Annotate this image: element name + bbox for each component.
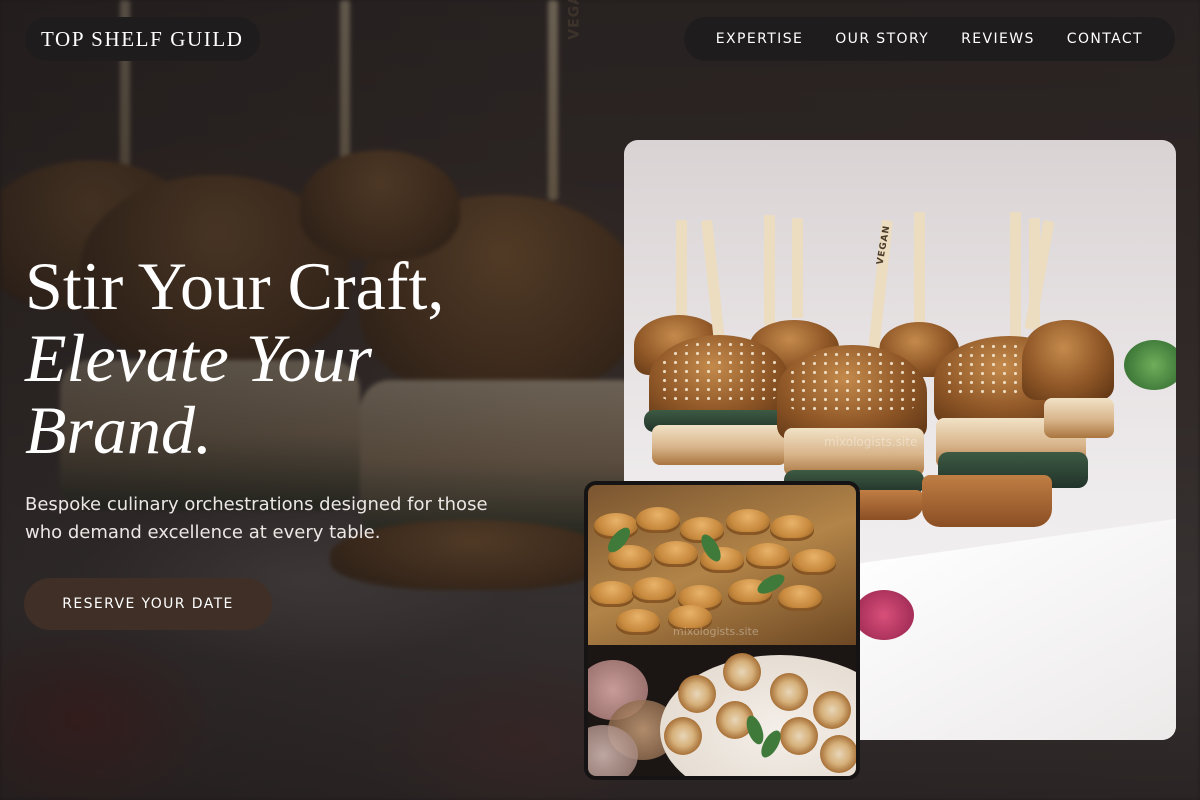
main-photo-watermark: mixologists.site (824, 435, 918, 449)
headline-line-3: Brand. (25, 392, 212, 468)
hero-subtitle: Bespoke culinary orchestrations designed… (25, 494, 488, 543)
nav-link-expertise[interactable]: EXPERTISE (716, 31, 803, 47)
herb-decoration (1124, 340, 1176, 390)
headline-line-2: Elevate Your (25, 320, 372, 396)
nav-link-reviews[interactable]: REVIEWS (961, 31, 1035, 47)
nav-link-contact[interactable]: CONTACT (1067, 31, 1143, 47)
pastries-photo: mixologists.site (584, 481, 860, 780)
small-photo-watermark: mixologists.site (673, 625, 759, 638)
brand-name: TOP SHELF GUILD (41, 26, 244, 51)
hero-headline: Stir Your Craft, Elevate Your Brand. (25, 250, 585, 466)
headline-line-1: Stir Your Craft, (25, 248, 445, 324)
main-nav: EXPERTISE OUR STORY REVIEWS CONTACT (683, 17, 1175, 61)
flower-decoration (854, 590, 914, 640)
brand-logo[interactable]: TOP SHELF GUILD (25, 17, 260, 61)
nav-link-our-story[interactable]: OUR STORY (835, 31, 929, 47)
reserve-date-button[interactable]: RESERVE YOUR DATE (24, 578, 272, 630)
